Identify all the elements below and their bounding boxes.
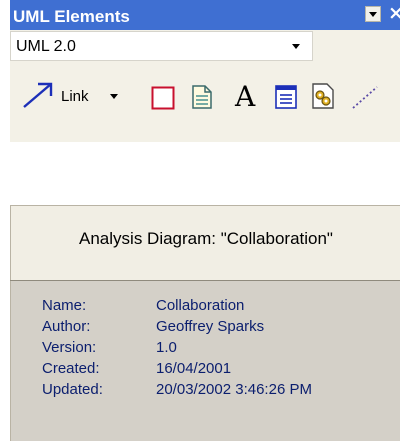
gears-icon[interactable] bbox=[310, 82, 336, 110]
property-value: Geoffrey Sparks bbox=[156, 318, 265, 335]
property-label: Created: bbox=[42, 360, 100, 377]
uml-version-value: UML 2.0 bbox=[16, 38, 76, 55]
property-value: Collaboration bbox=[156, 297, 245, 314]
property-value: 1.0 bbox=[156, 339, 177, 356]
toolbox-title-bar[interactable]: UML Elements × bbox=[10, 0, 400, 30]
diagonal-arrow-icon[interactable] bbox=[20, 80, 56, 110]
dotted-line-icon[interactable] bbox=[350, 84, 380, 110]
diagram-header: Analysis Diagram: "Collaboration" bbox=[10, 205, 400, 280]
document-icon[interactable] bbox=[190, 84, 214, 110]
uml-version-select[interactable]: UML 2.0 bbox=[10, 31, 313, 61]
toolbox-title: UML Elements bbox=[13, 7, 130, 26]
analysis-diagram-panel: Analysis Diagram: "Collaboration" Name: … bbox=[0, 205, 400, 441]
toolbox-menu-dropdown-icon[interactable] bbox=[365, 6, 381, 22]
property-label: Author: bbox=[42, 318, 91, 335]
property-label: Name: bbox=[42, 297, 87, 314]
toolbox-body: UML 2.0 Link A bbox=[10, 30, 400, 150]
red-square-icon[interactable] bbox=[151, 86, 175, 110]
diagram-title: Analysis Diagram: "Collaboration" bbox=[79, 229, 333, 248]
property-value: 20/03/2002 3:46:26 PM bbox=[156, 381, 312, 398]
letter-a-icon[interactable]: A bbox=[235, 80, 255, 114]
link-dropdown-chevron-down-icon[interactable] bbox=[110, 94, 118, 99]
property-value: 16/04/2001 bbox=[156, 360, 232, 377]
document-lines-icon[interactable] bbox=[274, 84, 298, 110]
chevron-down-icon[interactable] bbox=[292, 44, 300, 49]
uml-elements-toolbox: UML Elements × UML 2.0 Link A bbox=[0, 0, 400, 150]
toolbox-tools: Link A bbox=[10, 74, 400, 142]
close-icon[interactable]: × bbox=[388, 1, 400, 25]
property-label: Version: bbox=[42, 339, 97, 356]
property-label: Updated: bbox=[42, 381, 103, 398]
diagram-properties-body: Name: Collaboration Author: Geoffrey Spa… bbox=[10, 281, 400, 441]
link-tool-label[interactable]: Link bbox=[61, 88, 89, 105]
